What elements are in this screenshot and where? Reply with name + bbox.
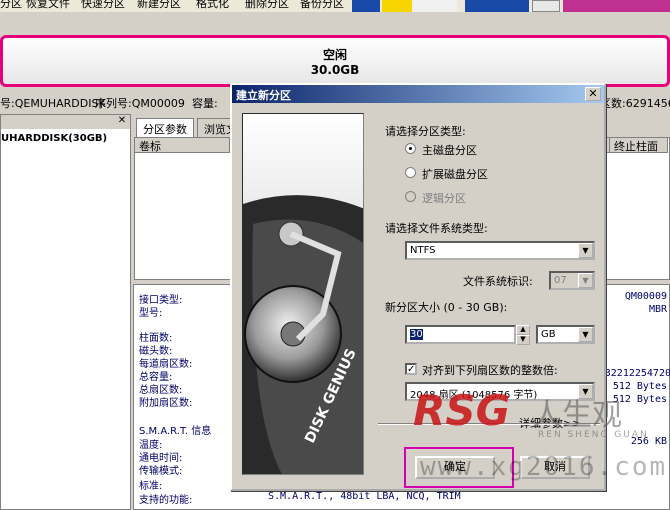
banner-blue-block bbox=[352, 0, 380, 12]
extra-sectors-label: 附加扇区数: bbox=[139, 398, 193, 409]
watermark-cn: 人生观 bbox=[532, 398, 622, 433]
total-bytes-value: 32212254720 bbox=[604, 368, 670, 379]
features-label: 支持的功能: bbox=[139, 495, 193, 506]
primary-partition-radio[interactable] bbox=[405, 143, 416, 154]
toolbar-partition[interactable]: 分区 bbox=[0, 0, 22, 11]
size-unit-value: GB bbox=[541, 329, 556, 340]
disk-model: 号:QEMUHARDDISK bbox=[0, 97, 106, 110]
align-label[interactable]: 对齐到下列扇区数的整数倍: bbox=[422, 362, 558, 378]
filesystem-id-value: 07 bbox=[554, 275, 567, 286]
banner-ad bbox=[563, 0, 670, 12]
partition-size-label: 新分区大小 (0 - 30 GB): bbox=[385, 301, 508, 314]
disk-free-label: 空闲 30.0GB bbox=[310, 48, 360, 77]
chevron-down-icon[interactable]: ▼ bbox=[578, 243, 593, 258]
extended-partition-label[interactable]: 扩展磁盘分区 bbox=[422, 166, 488, 182]
filesystem-type-label: 请选择文件系统类型: bbox=[385, 222, 488, 235]
tree-header: ✕ bbox=[1, 115, 130, 129]
dialog-close-button[interactable]: ✕ bbox=[585, 87, 601, 101]
chevron-down-icon: ▼ bbox=[578, 273, 593, 288]
toolbar: 分区 恢复文件 快速分区 新建分区 格式化 删除分区 备份分区 bbox=[0, 0, 670, 12]
banner-blue-block-2 bbox=[465, 0, 529, 12]
partition-size-input[interactable]: 30 bbox=[405, 325, 516, 344]
tree-node-disk[interactable]: UHARDDISK(30GB) bbox=[1, 133, 107, 144]
banner-white-block bbox=[412, 0, 457, 12]
banner-yellow-block bbox=[382, 0, 412, 12]
toolbar-recover-files[interactable]: 恢复文件 bbox=[26, 0, 70, 11]
dialog-titlebar[interactable]: 建立新分区 ✕ bbox=[232, 85, 604, 103]
watermark-sub: REN SHENG GUAN bbox=[538, 430, 649, 440]
toolbar-quick-partition[interactable]: 快速分区 bbox=[81, 0, 125, 11]
disk-capacity: 容量: bbox=[192, 97, 218, 110]
primary-partition-label[interactable]: 主磁盘分区 bbox=[422, 142, 477, 158]
watermark-logo: RSG bbox=[413, 386, 511, 435]
filesystem-value: NTFS bbox=[410, 245, 436, 256]
col-end-cylinder[interactable]: 终止柱面 bbox=[610, 138, 668, 153]
filesystem-id-select: 07 ▼ bbox=[549, 271, 595, 290]
align-checkbox[interactable]: ✓ bbox=[405, 363, 417, 375]
logical-partition-label: 逻辑分区 bbox=[422, 192, 466, 205]
toolbar-delete-partition[interactable]: 删除分区 bbox=[245, 0, 289, 11]
hard-disk-illustration: DISK GENIUS bbox=[243, 114, 363, 474]
partition-type-label: 请选择分区类型: bbox=[385, 125, 466, 138]
col-volume-label[interactable]: 卷标 bbox=[135, 138, 230, 153]
features-value: S.M.A.R.T., 48bit LBA, NCQ, TRIM bbox=[268, 491, 461, 502]
model-label: 型号: bbox=[139, 308, 163, 319]
chevron-down-icon[interactable]: ▼ bbox=[578, 327, 593, 342]
dialog-title: 建立新分区 bbox=[236, 89, 291, 102]
model-value: MBR bbox=[648, 304, 667, 315]
disk-map[interactable]: 空闲 30.0GB bbox=[0, 35, 670, 87]
size-spin-down-icon[interactable]: ▼ bbox=[516, 335, 530, 345]
disk-tree-pane: ✕ UHARDDISK(30GB) bbox=[0, 114, 131, 510]
size-unit-select[interactable]: GB ▼ bbox=[536, 325, 595, 344]
toolbar-format[interactable]: 格式化 bbox=[196, 0, 229, 11]
watermark-url: www.xg2016.com bbox=[420, 452, 668, 482]
logical-partition-radio bbox=[405, 191, 416, 202]
close-icon[interactable]: ✕ bbox=[116, 115, 128, 127]
banner-close-button[interactable] bbox=[532, 0, 560, 12]
disk-sectors: 区数:62914560 bbox=[600, 97, 670, 110]
tab-partition-params[interactable]: 分区参数 bbox=[136, 118, 194, 137]
extended-partition-radio[interactable] bbox=[405, 167, 416, 178]
iface-value: QM00009 bbox=[624, 291, 667, 302]
disk-genius-image: DISK GENIUS bbox=[242, 113, 364, 475]
filesystem-select[interactable]: NTFS ▼ bbox=[405, 241, 595, 260]
toolbar-new-partition[interactable]: 新建分区 bbox=[137, 0, 181, 11]
toolbar-backup-partition[interactable]: 备份分区 bbox=[300, 0, 344, 11]
size-spin-up-icon[interactable]: ▲ bbox=[516, 325, 530, 335]
transfer-mode-label: 传输模式: bbox=[139, 466, 183, 477]
filesystem-id-label: 文件系统标识: bbox=[463, 275, 533, 288]
standard-label: 标准: bbox=[139, 481, 163, 492]
partition-size-value: 30 bbox=[410, 329, 423, 340]
smart-info-label: S.M.A.R.T. 信息 bbox=[139, 426, 212, 437]
disk-serial: 序列号:QM00009 bbox=[95, 97, 185, 110]
